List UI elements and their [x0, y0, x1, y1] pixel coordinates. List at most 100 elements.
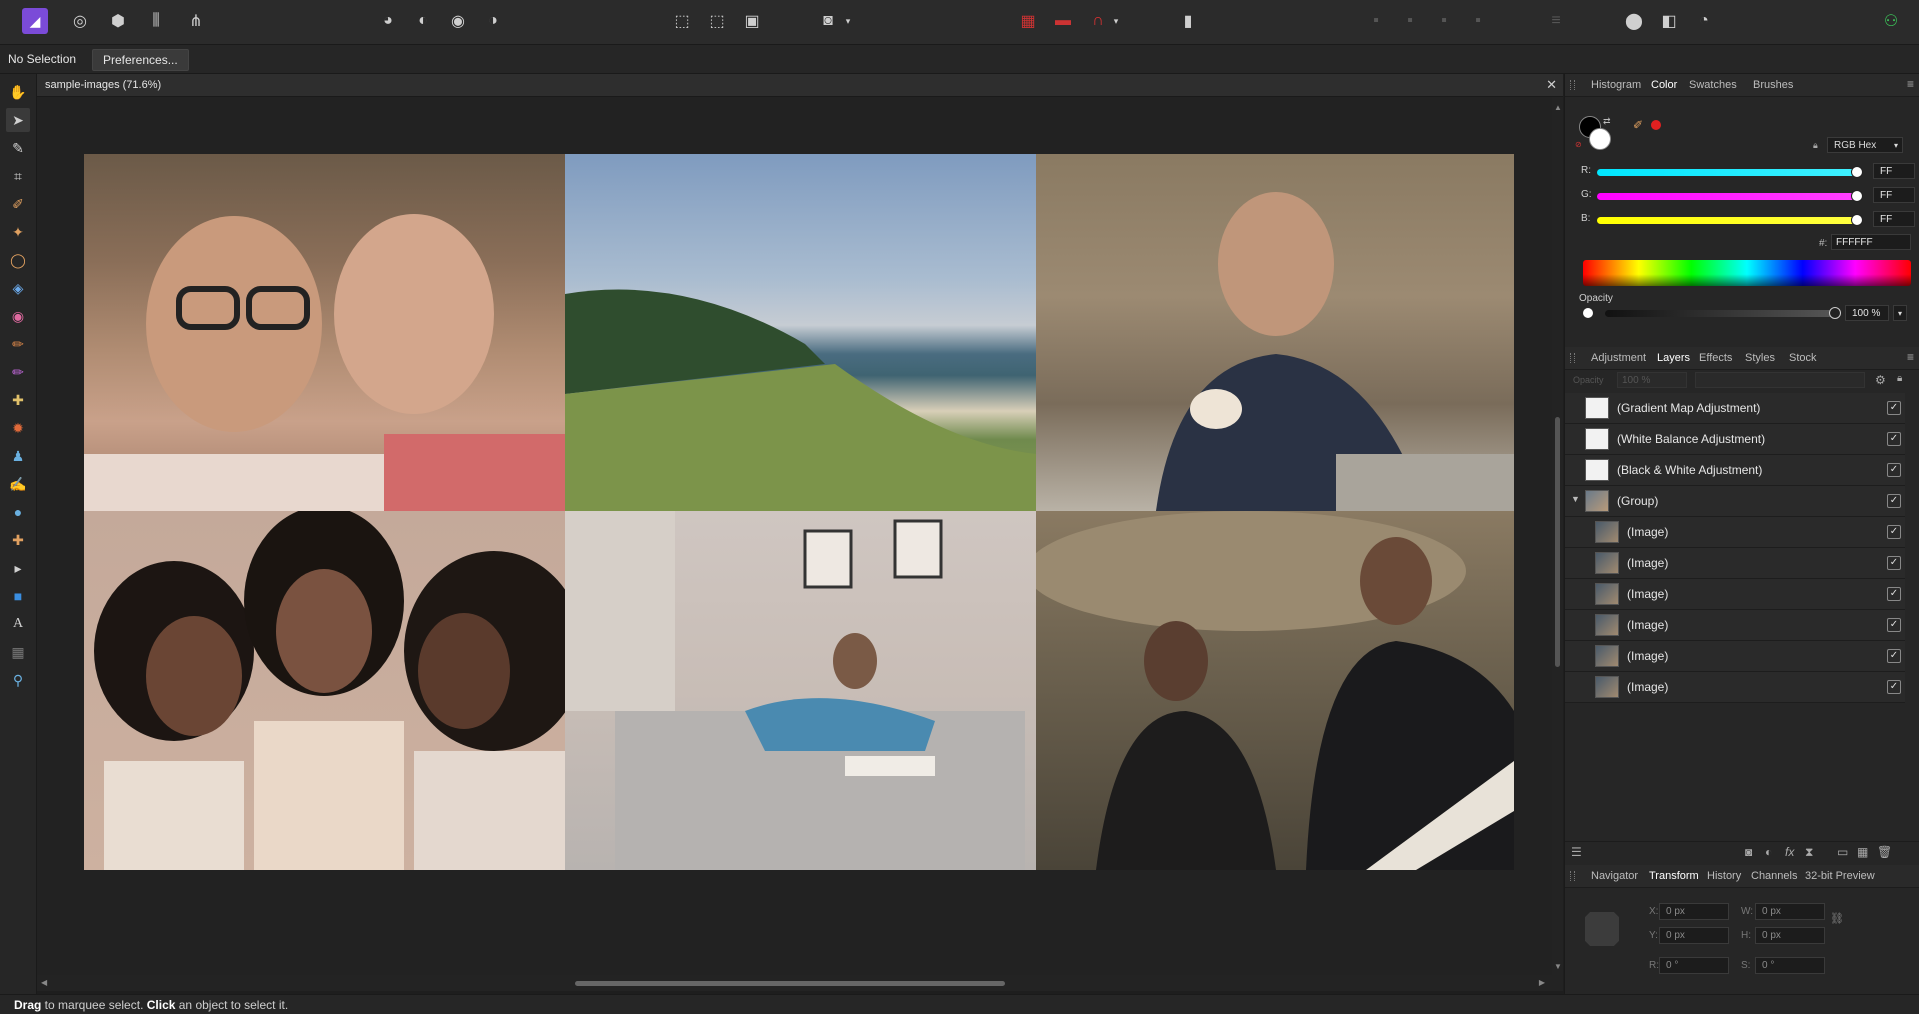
photo-beach[interactable] [565, 154, 1036, 511]
liquify-persona-icon[interactable]: ⬢ [104, 8, 132, 34]
tab-transform[interactable]: Transform [1649, 870, 1699, 882]
share-icon[interactable]: ⋔ [182, 8, 210, 34]
red-track[interactable] [1597, 169, 1857, 176]
horizontal-scroll-thumb[interactable] [575, 981, 1005, 986]
mask-layer-icon[interactable]: ◙ [1745, 845, 1752, 859]
layers-stack-icon[interactable]: ☰ [1571, 845, 1582, 859]
layer-visibility-checkbox[interactable]: ✓ [1887, 525, 1901, 539]
eyedropper-icon[interactable]: ✐ [6, 192, 30, 216]
layer-opacity-field[interactable]: 100 % [1617, 372, 1687, 388]
photo-man-coffee[interactable] [1036, 154, 1514, 511]
layer-visibility-checkbox[interactable]: ✓ [1887, 463, 1901, 477]
layer-row[interactable]: (Image) ✓ [1565, 579, 1905, 610]
layer-visibility-checkbox[interactable]: ✓ [1887, 432, 1901, 446]
tab-histogram[interactable]: Histogram [1591, 79, 1641, 91]
mask-dropdown-icon[interactable]: ▾ [842, 8, 854, 34]
snapping-magnet-icon[interactable]: ∩ [1084, 8, 1112, 34]
arrange-backward-icon[interactable]: ▪ [1396, 8, 1424, 34]
scroll-down-icon[interactable]: ▼ [1554, 962, 1562, 971]
live-filter-icon[interactable]: ⧗ [1805, 845, 1813, 860]
align-icon[interactable]: ≡ [1542, 8, 1570, 34]
tab-stock[interactable]: Stock [1789, 352, 1817, 364]
rotation-field[interactable]: 0 ° [1659, 957, 1729, 974]
photo-collage[interactable] [84, 154, 1514, 870]
tab-layers[interactable]: Layers [1657, 352, 1690, 364]
red-knob[interactable] [1851, 166, 1863, 178]
document-tab[interactable]: sample-images (71.6%) ✕ [37, 74, 1563, 97]
arrange-forward-icon[interactable]: ▪ [1430, 8, 1458, 34]
panel-grip-icon[interactable] [1570, 353, 1575, 363]
tab-styles[interactable]: Styles [1745, 352, 1775, 364]
panel-grip-icon[interactable] [1570, 871, 1575, 881]
close-icon[interactable]: ✕ [1546, 77, 1557, 93]
adjustment-layer-icon[interactable]: ◐ [1765, 845, 1772, 859]
opacity-dropdown-icon[interactable]: ▾ [1893, 305, 1907, 321]
anchor-point-selector[interactable] [1585, 912, 1619, 946]
color-picker-icon[interactable]: ◉ [6, 304, 30, 328]
lock-icon[interactable]: 🔒︎ [1897, 373, 1902, 384]
photo-couple[interactable] [84, 154, 565, 511]
layer-visibility-checkbox[interactable]: ✓ [1887, 680, 1901, 694]
layer-row[interactable]: (Image) ✓ [1565, 548, 1905, 579]
tab-color[interactable]: Color [1651, 79, 1677, 91]
tab-effects[interactable]: Effects [1699, 352, 1732, 364]
vertical-scroll-thumb[interactable] [1555, 417, 1560, 667]
snapping-dropdown-icon[interactable]: ▾ [1110, 8, 1122, 34]
canvas[interactable] [37, 97, 1552, 975]
dodge-icon[interactable]: ♟ [6, 444, 30, 468]
blue-knob[interactable] [1851, 214, 1863, 226]
green-slider[interactable]: G: FF [1581, 187, 1917, 204]
hex-field[interactable]: FFFFFF [1831, 234, 1911, 250]
healing-icon[interactable]: ✚ [6, 528, 30, 552]
hand-icon[interactable]: ✋ [6, 80, 30, 104]
blue-track[interactable] [1597, 217, 1857, 224]
secondary-color-swatch[interactable] [1589, 128, 1611, 150]
tab-brushes[interactable]: Brushes [1753, 79, 1793, 91]
layer-row[interactable]: (Image) ✓ [1565, 517, 1905, 548]
color-eyedropper-icon[interactable]: ✐ [1633, 118, 1643, 132]
opacity-track[interactable] [1605, 310, 1833, 317]
green-track[interactable] [1597, 193, 1857, 200]
layer-visibility-checkbox[interactable]: ✓ [1887, 587, 1901, 601]
tab-history[interactable]: History [1707, 870, 1741, 882]
x-field[interactable]: 0 px [1659, 903, 1729, 920]
photo-subway-couple[interactable] [1036, 511, 1514, 870]
add-pixel-layer-icon[interactable]: ▦ [1857, 845, 1868, 859]
trash-icon[interactable]: 🗑︎ [1877, 845, 1892, 859]
clone-brush-icon[interactable]: ✚ [6, 388, 30, 412]
tab-navigator[interactable]: Navigator [1591, 870, 1638, 882]
add-group-icon[interactable]: ▭ [1837, 845, 1848, 859]
panel-menu-icon[interactable]: ≡ [1907, 350, 1914, 364]
grid-icon[interactable]: ▦ [1014, 8, 1042, 34]
mask-icon[interactable]: ◙ [814, 8, 842, 34]
deselect-icon[interactable]: ⬚ [703, 8, 731, 34]
opacity-value[interactable]: 100 % [1845, 305, 1889, 321]
layer-row[interactable]: (Gradient Map Adjustment) ✓ [1565, 393, 1905, 424]
color-mode-select[interactable]: RGB Hex ▾ [1827, 137, 1903, 153]
marquee-icon[interactable]: ◯ [6, 248, 30, 272]
marquee-select-icon[interactable]: ⬚ [668, 8, 696, 34]
swap-colors-icon[interactable]: ⇄ [1603, 116, 1611, 127]
arrange-front-icon[interactable]: ▪ [1464, 8, 1492, 34]
crop-icon[interactable]: ⌗ [6, 164, 30, 188]
layer-group-row[interactable]: ▼ (Group) ✓ [1565, 486, 1905, 517]
scroll-up-icon[interactable]: ▲ [1554, 103, 1562, 112]
white-balance-icon[interactable]: ◑ [479, 8, 507, 34]
layer-row[interactable]: (Image) ✓ [1565, 641, 1905, 672]
scroll-right-icon[interactable]: ▶ [1539, 978, 1545, 987]
subtract-icon[interactable]: ◧ [1655, 8, 1683, 34]
layer-row[interactable]: (Image) ✓ [1565, 672, 1905, 703]
layer-visibility-checkbox[interactable]: ✓ [1887, 401, 1901, 415]
red-slider[interactable]: R: FF [1581, 163, 1917, 180]
color-spectrum[interactable] [1583, 260, 1911, 286]
rectangle-icon[interactable]: ■ [6, 584, 30, 608]
no-color-icon[interactable]: ⊘ [1575, 140, 1582, 149]
lock-icon[interactable]: 🔒︎ [1813, 140, 1818, 151]
layer-row[interactable]: (Image) ✓ [1565, 610, 1905, 641]
union-icon[interactable]: ⬤ [1620, 8, 1648, 34]
layer-visibility-checkbox[interactable]: ✓ [1887, 494, 1901, 508]
pen-icon[interactable]: ✎ [6, 136, 30, 160]
overlay-brush-icon[interactable]: ✏ [6, 360, 30, 384]
selection-brush-icon[interactable]: ✦ [6, 220, 30, 244]
photo-three-women[interactable] [84, 511, 565, 870]
